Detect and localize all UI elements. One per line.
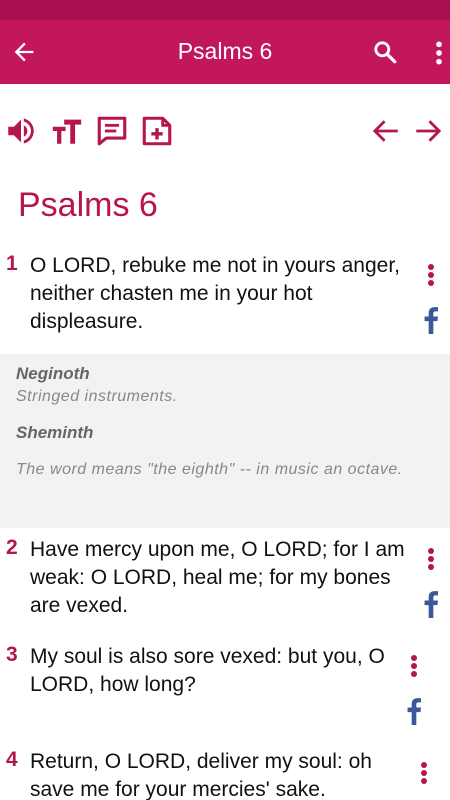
- more-vert-icon[interactable]: [420, 760, 428, 786]
- footnote-box: Neginoth Stringed instruments. Sheminth …: [0, 354, 450, 528]
- verse-number: 3: [6, 643, 18, 666]
- speaker-icon[interactable]: [4, 114, 38, 148]
- facebook-icon[interactable]: [422, 590, 440, 618]
- more-vert-icon[interactable]: [427, 546, 435, 572]
- status-bar: [0, 0, 450, 20]
- chapter-heading: Psalms 6: [18, 186, 158, 224]
- footnote-term: Neginoth: [16, 364, 90, 383]
- next-chapter-arrow-icon[interactable]: [412, 114, 446, 148]
- reader-toolbar: [0, 110, 450, 150]
- footnote-term: Sheminth: [16, 423, 94, 442]
- verse-number: 4: [6, 748, 18, 771]
- text-size-icon[interactable]: [50, 114, 84, 148]
- verse-text: Return, O LORD, deliver my soul: oh save…: [30, 750, 372, 800]
- prev-chapter-arrow-icon[interactable]: [368, 114, 402, 148]
- more-vert-icon[interactable]: [410, 653, 418, 679]
- search-icon[interactable]: [372, 39, 398, 65]
- facebook-icon[interactable]: [405, 697, 423, 725]
- verse-number: 1: [6, 252, 18, 275]
- verse-number: 2: [6, 536, 18, 559]
- more-vert-icon[interactable]: [427, 262, 435, 288]
- verse-text: Have mercy upon me, O LORD; for I am wea…: [30, 538, 405, 617]
- footnote-definition: The word means "the eighth" -- in music …: [16, 461, 403, 478]
- comment-icon[interactable]: [95, 114, 129, 148]
- app-bar: Psalms 6: [0, 20, 450, 84]
- footnote-definition: Stringed instruments.: [16, 388, 178, 405]
- add-note-icon[interactable]: [140, 114, 174, 148]
- facebook-icon[interactable]: [422, 306, 440, 334]
- verse-text: O LORD, rebuke me not in yours anger, ne…: [30, 254, 401, 333]
- more-vert-icon[interactable]: [432, 40, 446, 66]
- verse-text: My soul is also sore vexed: but you, O L…: [30, 645, 385, 696]
